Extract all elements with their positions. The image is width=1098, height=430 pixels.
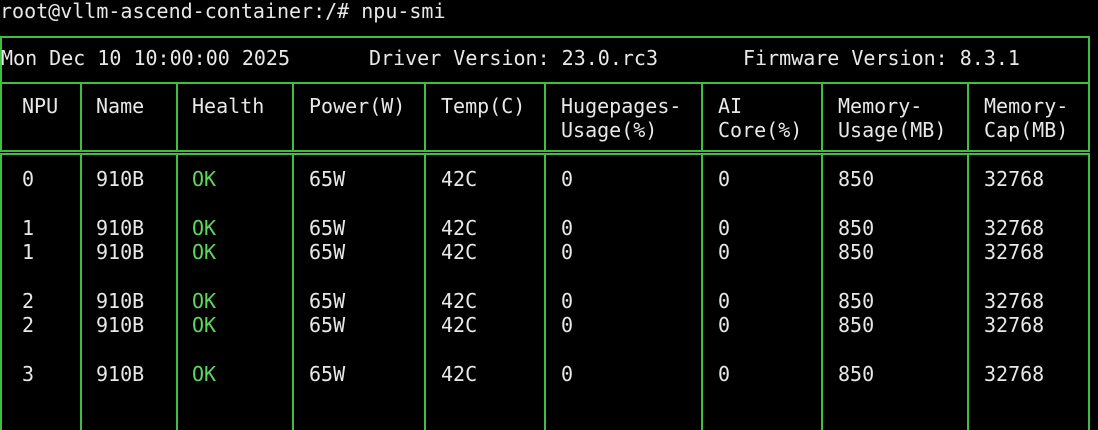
cell-memory-usage: 850 [838,289,875,313]
column-separator [0,82,2,150]
column-separator [292,82,294,150]
cell-ai-core: 0 [718,167,731,191]
driver-version: Driver Version: 23.0.rc3 [369,46,658,70]
column-header-memory-cap-line2: Cap(MB) [984,118,1069,142]
cell-ai-core: 0 [718,240,731,264]
cell-temp: 42C [441,216,478,240]
cell-memory-usage: 850 [838,167,875,191]
cell-health: OK [192,362,217,386]
column-separator [424,82,426,150]
column-separator [1088,82,1090,150]
cell-hugepages: 0 [561,362,574,386]
cell-temp: 42C [441,362,478,386]
cell-memory-usage: 850 [838,362,875,386]
column-separator [0,155,2,430]
cell-power: 65W [309,167,346,191]
column-separator [701,82,703,150]
prompt-line: root@vllm-ascend-container:/# npu-smi [0,0,446,23]
column-separator [292,155,294,430]
cell-health: OK [192,313,217,337]
cell-hugepages: 0 [561,313,574,337]
cell-memory-cap: 32768 [984,289,1045,313]
column-separator [424,155,426,430]
cell-memory-cap: 32768 [984,216,1045,240]
cell-ai-core: 0 [718,216,731,240]
column-separator [967,155,969,430]
cell-temp: 42C [441,240,478,264]
column-separator [176,82,178,150]
column-separator [176,155,178,430]
column-header-health: Health [192,94,265,118]
cell-hugepages: 0 [561,289,574,313]
cell-name: 910B [96,313,145,337]
cell-name: 910B [96,240,145,264]
column-header-hugepages-line2: Usage(%) [561,118,658,142]
cell-health: OK [192,216,217,240]
timestamp: Mon Dec 10 10:00:00 2025 [1,46,290,70]
column-separator [1088,155,1090,430]
cell-name: 910B [96,167,145,191]
column-header-npu: NPU [22,94,59,118]
cell-memory-cap: 32768 [984,362,1045,386]
header-right-border [1088,36,1090,82]
header-top-border [0,36,1090,38]
cell-hugepages: 0 [561,167,574,191]
cell-hugepages: 0 [561,216,574,240]
column-header-power: Power(W) [309,94,406,118]
cell-hugepages: 0 [561,240,574,264]
cell-power: 65W [309,362,346,386]
cell-npu: 3 [22,362,35,386]
terminal-window[interactable]: root@vllm-ascend-container:/# npu-smi Mo… [0,0,1098,430]
cell-memory-cap: 32768 [984,240,1045,264]
column-header-memory-usage: Memory- [838,94,923,118]
cell-name: 910B [96,289,145,313]
column-header-ai-core: AI [718,94,743,118]
column-separator [701,155,703,430]
cell-temp: 42C [441,289,478,313]
cell-temp: 42C [441,313,478,337]
cell-health: OK [192,289,217,313]
cell-name: 910B [96,362,145,386]
cell-ai-core: 0 [718,313,731,337]
cell-health: OK [192,167,217,191]
column-header-temp: Temp(C) [441,94,526,118]
cell-ai-core: 0 [718,362,731,386]
cell-memory-usage: 850 [838,216,875,240]
cell-power: 65W [309,216,346,240]
column-header-name: Name [96,94,145,118]
cell-npu: 1 [22,240,35,264]
cell-temp: 42C [441,167,478,191]
column-header-hugepages: Hugepages- [561,94,682,118]
column-separator [544,155,546,430]
cell-ai-core: 0 [718,289,731,313]
firmware-version: Firmware Version: 8.3.1 [743,46,1020,70]
cell-memory-usage: 850 [838,240,875,264]
cell-health: OK [192,240,217,264]
cell-npu: 2 [22,313,35,337]
cell-power: 65W [309,289,346,313]
column-header-memory-usage-line2: Usage(MB) [838,118,947,142]
column-separator [967,82,969,150]
column-separator [544,82,546,150]
cell-name: 910B [96,216,145,240]
cell-power: 65W [309,313,346,337]
column-separator [80,155,82,430]
column-separator [821,82,823,150]
column-header-ai-core-line2: Core(%) [718,118,803,142]
cell-memory-cap: 32768 [984,167,1045,191]
column-header-memory-cap: Memory- [984,94,1069,118]
cell-power: 65W [309,240,346,264]
cell-npu: 1 [22,216,35,240]
column-separator [80,82,82,150]
cell-npu: 2 [22,289,35,313]
cell-memory-usage: 850 [838,313,875,337]
cell-npu: 0 [22,167,35,191]
cell-memory-cap: 32768 [984,313,1045,337]
column-separator [821,155,823,430]
